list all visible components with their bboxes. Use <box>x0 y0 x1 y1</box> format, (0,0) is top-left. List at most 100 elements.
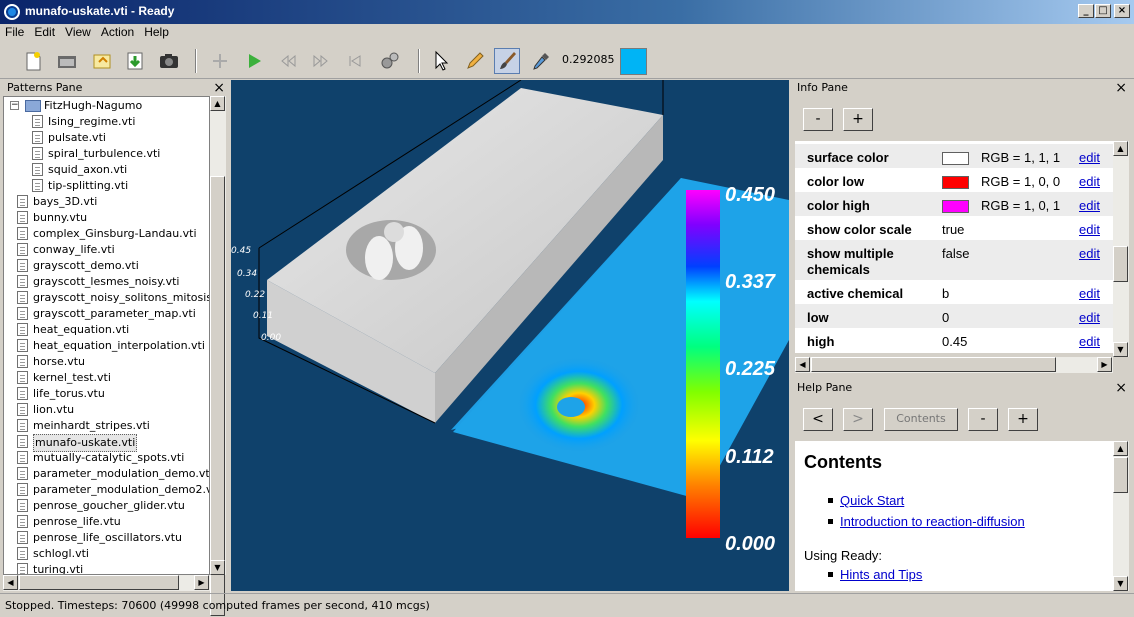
edit-link[interactable]: edit <box>1079 310 1100 325</box>
current-color-swatch[interactable] <box>620 48 647 75</box>
new-file-icon[interactable] <box>20 48 46 74</box>
render-view[interactable]: 0.450 0.337 0.225 0.112 0.000 0.45 0.34 0.22 0.… <box>231 80 789 591</box>
tree-item[interactable]: penrose_life.vtu <box>4 514 209 530</box>
scroll-thumb-h[interactable] <box>811 357 1056 372</box>
add-icon[interactable] <box>207 48 233 74</box>
tree-item[interactable]: grayscott_lesmes_noisy.vti <box>4 274 209 290</box>
tree-item[interactable]: bays_3D.vti <box>4 194 209 210</box>
reset-icon[interactable] <box>342 48 368 74</box>
tree-item[interactable]: horse.vtu <box>4 354 209 370</box>
close-icon[interactable]: × <box>1115 380 1127 396</box>
run-icon[interactable] <box>241 48 267 74</box>
color-swatch[interactable] <box>942 152 969 165</box>
tree-item[interactable]: heat_equation.vti <box>4 322 209 338</box>
help-contents-button[interactable]: Contents <box>884 408 958 431</box>
edit-link[interactable]: edit <box>1079 246 1100 261</box>
scroll-left-icon[interactable]: ◀ <box>3 575 18 590</box>
scroll-thumb[interactable] <box>1113 246 1128 282</box>
menu-action[interactable]: Action <box>96 24 139 40</box>
link-hints-and-tips[interactable]: Hints and Tips <box>840 567 922 582</box>
tree-item[interactable]: conway_life.vti <box>4 242 209 258</box>
minimize-button[interactable]: _ <box>1078 4 1094 18</box>
tree-item[interactable]: bunny.vtu <box>4 210 209 226</box>
scroll-left-icon[interactable]: ◀ <box>795 357 810 372</box>
menu-edit[interactable]: Edit <box>29 24 60 40</box>
menu-file[interactable]: File <box>0 24 29 40</box>
info-shrink-button[interactable]: - <box>803 108 833 131</box>
maximize-button[interactable]: □ <box>1095 4 1111 18</box>
tree-item[interactable]: pulsate.vti <box>4 130 209 146</box>
edit-link[interactable]: edit <box>1079 150 1100 165</box>
slower-icon[interactable] <box>275 48 301 74</box>
save-icon[interactable] <box>122 48 148 74</box>
edit-link[interactable]: edit <box>1079 286 1100 301</box>
tree-item[interactable]: grayscott_demo.vti <box>4 258 209 274</box>
scroll-thumb[interactable] <box>1113 457 1128 493</box>
settings-gears-icon[interactable] <box>377 48 403 74</box>
help-grow-button[interactable]: + <box>1008 408 1038 431</box>
tree-item[interactable]: penrose_life_oscillators.vtu <box>4 530 209 546</box>
tree-item[interactable]: squid_axon.vti <box>4 162 209 178</box>
info-horizontal-scrollbar[interactable]: ◀ ▶ <box>795 357 1113 373</box>
scroll-right-icon[interactable]: ▶ <box>1097 357 1112 372</box>
scroll-up-icon[interactable]: ▲ <box>210 96 225 111</box>
scroll-thumb[interactable] <box>210 176 225 616</box>
scroll-thumb-h[interactable] <box>19 575 179 590</box>
scroll-up-icon[interactable]: ▲ <box>1113 141 1128 156</box>
render-scene[interactable] <box>231 80 789 591</box>
pencil-icon[interactable] <box>462 48 488 74</box>
faster-icon[interactable] <box>308 48 334 74</box>
patterns-vertical-scrollbar[interactable]: ▲ ▼ <box>210 96 226 616</box>
scroll-up-icon[interactable]: ▲ <box>1113 441 1128 456</box>
menu-view[interactable]: View <box>60 24 96 40</box>
tree-item[interactable]: spiral_turbulence.vti <box>4 146 209 162</box>
tree-item[interactable]: Ising_regime.vti <box>4 114 209 130</box>
tree-item[interactable]: life_torus.vtu <box>4 386 209 402</box>
tree-item[interactable]: lion.vtu <box>4 402 209 418</box>
help-forward-button[interactable]: > <box>843 408 873 431</box>
edit-link[interactable]: edit <box>1079 222 1100 237</box>
open-folder-icon[interactable] <box>54 48 80 74</box>
close-icon[interactable]: × <box>213 80 225 96</box>
info-grow-button[interactable]: + <box>843 108 873 131</box>
info-vertical-scrollbar[interactable]: ▲ ▼ <box>1113 141 1129 357</box>
help-back-button[interactable]: < <box>803 408 833 431</box>
collapse-icon[interactable]: − <box>10 101 19 110</box>
edit-link[interactable]: edit <box>1079 198 1100 213</box>
tree-item[interactable]: parameter_modulation_demo2.vti <box>4 482 209 498</box>
help-vertical-scrollbar[interactable]: ▲ ▼ <box>1113 441 1129 591</box>
scroll-right-icon[interactable]: ▶ <box>194 575 209 590</box>
tree-item[interactable]: mutually-catalytic_spots.vti <box>4 450 209 466</box>
color-swatch[interactable] <box>942 176 969 189</box>
tree-item[interactable]: complex_Ginsburg-Landau.vti <box>4 226 209 242</box>
edit-link[interactable]: edit <box>1079 174 1100 189</box>
tree-item[interactable]: kernel_test.vti <box>4 370 209 386</box>
scroll-down-icon[interactable]: ▼ <box>210 560 225 575</box>
link-intro-reaction-diffusion[interactable]: Introduction to reaction-diffusion <box>840 514 1025 529</box>
screenshot-camera-icon[interactable] <box>156 48 182 74</box>
tree-folder-fitzhugh-nagumo[interactable]: − FitzHugh-Nagumo <box>4 98 209 114</box>
brush-icon[interactable] <box>494 48 520 74</box>
color-swatch[interactable] <box>942 200 969 213</box>
tree-item[interactable]: meinhardt_stripes.vti <box>4 418 209 434</box>
tree-item[interactable]: munafo-uskate.vti <box>4 434 209 452</box>
tree-item[interactable]: tip-splitting.vti <box>4 178 209 194</box>
reload-icon[interactable] <box>89 48 115 74</box>
patterns-horizontal-scrollbar[interactable]: ◀ ▶ <box>3 575 210 591</box>
scroll-down-icon[interactable]: ▼ <box>1113 342 1128 357</box>
pointer-icon[interactable] <box>428 48 454 74</box>
tree-item[interactable]: parameter_modulation_demo.vti <box>4 466 209 482</box>
menu-help[interactable]: Help <box>139 24 174 40</box>
tree-item[interactable]: schlogl.vti <box>4 546 209 562</box>
tree-item[interactable]: turing.vti <box>4 562 209 574</box>
color-picker-icon[interactable] <box>528 48 554 74</box>
close-icon[interactable]: × <box>1115 80 1127 96</box>
close-button[interactable]: × <box>1114 4 1130 18</box>
tree-item[interactable]: penrose_goucher_glider.vtu <box>4 498 209 514</box>
edit-link[interactable]: edit <box>1079 334 1100 349</box>
tree-item[interactable]: grayscott_parameter_map.vti <box>4 306 209 322</box>
tree-item[interactable]: grayscott_noisy_solitons_mitosis.vti <box>4 290 209 306</box>
scroll-down-icon[interactable]: ▼ <box>1113 576 1128 591</box>
link-quick-start[interactable]: Quick Start <box>840 493 904 508</box>
help-shrink-button[interactable]: - <box>968 408 998 431</box>
